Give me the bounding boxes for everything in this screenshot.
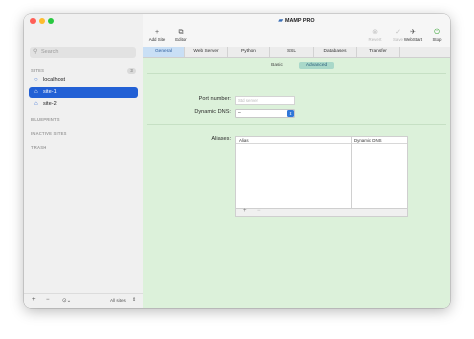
search-input[interactable]: ⚲ Search	[30, 47, 136, 58]
tab-web-server[interactable]: Web Server	[185, 47, 228, 57]
sites-count-badge: 3	[127, 68, 136, 74]
add-site-small-button[interactable]: +	[32, 297, 36, 303]
sidebar-item-label: site-2	[43, 101, 57, 107]
editor-icon: ⧉	[178, 29, 184, 36]
tab-transfer[interactable]: Transfer	[357, 47, 400, 57]
divider	[147, 124, 446, 125]
editor-button[interactable]: ⧉ Editor	[168, 28, 194, 42]
sidebar-item-site-1[interactable]: ⌂ site-1	[29, 87, 138, 98]
settings-tabs: General Web Server Python SSL Databases …	[143, 47, 450, 58]
app-title: MAMP PRO	[285, 18, 315, 24]
sidebar-footer: + − ⊙⌄ All sites ⇕	[24, 293, 143, 308]
home-icon: ⌂	[34, 101, 38, 107]
dynamic-dns-column-header[interactable]: Dynamic DNS	[351, 137, 407, 144]
port-number-field[interactable]: Std server	[235, 96, 295, 105]
site-filter-arrows-icon: ⇕	[132, 297, 137, 303]
more-options-button[interactable]: ⊙⌄	[62, 298, 71, 304]
tab-databases[interactable]: Databases	[314, 47, 357, 57]
general-settings-panel: Basic Advanced Port number: Std server D…	[143, 58, 450, 308]
divider	[147, 73, 446, 74]
aliases-table-footer: + −	[235, 208, 408, 217]
home-icon: ⌂	[34, 89, 38, 95]
revert-label: Revert	[368, 37, 382, 42]
aliases-table[interactable]: Alias Dynamic DNS	[235, 136, 408, 209]
column-divider	[351, 137, 352, 208]
remove-alias-button[interactable]: −	[257, 208, 261, 214]
sidebar-item-label: localhost	[43, 77, 66, 83]
toolbar: ▰ MAMP PRO + Add Site ⧉ Editor ⊗ Revert ✓…	[143, 14, 450, 47]
search-placeholder: Search	[41, 49, 59, 55]
section-inactive-sites-header[interactable]: INACTIVE SITES	[31, 131, 67, 136]
search-icon: ⚲	[33, 49, 38, 55]
webstart-label: WebStart	[403, 37, 423, 42]
aliases-label: Aliases:	[211, 136, 231, 142]
select-arrows-icon: ⇕	[287, 110, 294, 117]
sidebar-item-label: site-1	[43, 89, 57, 95]
mamp-elephant-icon: ▰	[278, 18, 284, 24]
dynamic-dns-label: Dynamic DNS:	[194, 109, 231, 115]
window-title: ▰ MAMP PRO	[143, 17, 450, 24]
sidebar-item-localhost[interactable]: ○ localhost	[29, 75, 138, 86]
tab-python[interactable]: Python	[228, 47, 270, 57]
power-icon: ⏻	[434, 29, 440, 36]
window-controls	[30, 18, 54, 24]
minimize-window-button[interactable]	[39, 18, 45, 24]
section-trash-header[interactable]: TRASH	[31, 145, 46, 150]
zoom-window-button[interactable]	[48, 18, 54, 24]
section-sites-header: SITES	[31, 68, 45, 73]
remove-site-button[interactable]: −	[46, 297, 50, 303]
app-window: ⚲ Search SITES 3 ○ localhost ⌂ site-1 ⌂ …	[24, 14, 450, 308]
globe-icon: ○	[34, 77, 38, 83]
port-number-label: Port number:	[198, 96, 231, 102]
add-site-label: Add Site	[148, 37, 166, 42]
section-blueprints-header[interactable]: BLUEPRINTS	[31, 117, 60, 122]
tab-general[interactable]: General	[143, 47, 185, 57]
tab-ssl[interactable]: SSL	[270, 47, 314, 57]
plus-icon: +	[154, 29, 160, 36]
add-site-button[interactable]: + Add Site	[144, 28, 170, 42]
close-window-button[interactable]	[30, 18, 36, 24]
alias-column-header[interactable]: Alias	[236, 137, 351, 144]
editor-label: Editor	[175, 37, 187, 42]
site-filter-select[interactable]: All sites	[110, 298, 126, 303]
dynamic-dns-select[interactable]: – ⇕	[235, 109, 295, 118]
segment-advanced[interactable]: Advanced	[299, 62, 334, 69]
stop-label: Stop	[432, 37, 442, 42]
dynamic-dns-value: –	[238, 110, 241, 116]
add-alias-button[interactable]: +	[243, 208, 247, 214]
stop-servers-button[interactable]: ⏻ Stop	[424, 28, 450, 42]
segment-basic[interactable]: Basic	[262, 62, 292, 69]
sidebar: ⚲ Search SITES 3 ○ localhost ⌂ site-1 ⌂ …	[24, 14, 144, 308]
sidebar-item-site-2[interactable]: ⌂ site-2	[29, 99, 138, 110]
